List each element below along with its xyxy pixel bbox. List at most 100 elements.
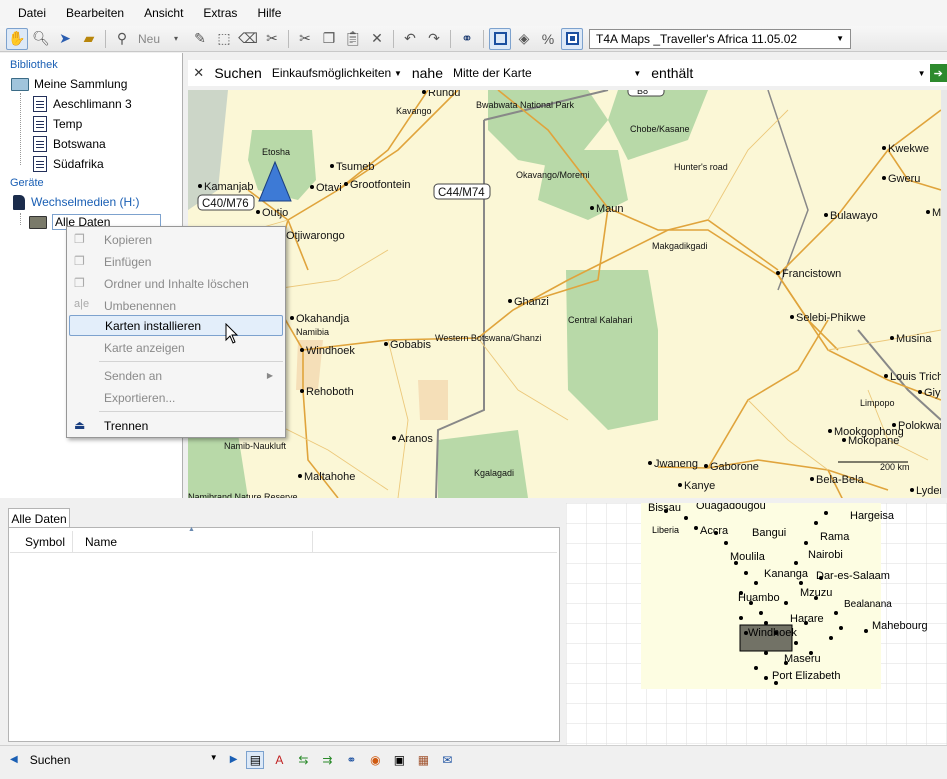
menu-datei[interactable]: Datei <box>8 3 56 23</box>
tree-item-label: Botswana <box>53 137 106 151</box>
globe-icon[interactable]: ◉ <box>366 751 384 769</box>
tools-icon[interactable]: ✂ <box>261 28 283 50</box>
menu-item-delete[interactable]: ❐ Ordner und Inhalte löschen <box>69 273 283 294</box>
search-input[interactable] <box>698 63 918 83</box>
paste-icon[interactable]: 📋︎ <box>342 28 364 50</box>
sort-arrow-icon: ▲ <box>188 526 195 533</box>
place-dot <box>910 488 914 492</box>
status-search-select[interactable]: Suchen ▼ <box>24 753 224 767</box>
road-label-text: C44/M74 <box>438 187 485 199</box>
treasure-icon[interactable]: ▦ <box>414 751 432 769</box>
map-place-label: Rundu <box>428 90 460 99</box>
overview-label-bealanana: Bealanana <box>844 599 892 610</box>
search-go-button[interactable]: ➔ <box>929 64 947 82</box>
tree-item-wechselmedien[interactable]: Wechselmedien (H:) <box>0 192 182 212</box>
3d-view-icon[interactable]: ◈ <box>513 28 535 50</box>
menu-item-copy[interactable]: ❐ Kopieren <box>69 229 283 250</box>
zoom-tool-icon[interactable]: 🔍︎ <box>30 28 52 50</box>
status-search-value: Suchen <box>29 752 71 767</box>
tab-alle-daten[interactable]: Alle Daten <box>8 508 70 528</box>
menu-item-rename[interactable]: a|e Umbenennen <box>69 295 283 316</box>
overview-label-port-elizabeth: Port Elizabeth <box>772 670 841 682</box>
select-arrow-icon[interactable]: ➤ <box>54 28 76 50</box>
tree-item-temp[interactable]: Temp <box>0 114 182 134</box>
delete-icon[interactable]: ✕ <box>366 28 388 50</box>
copy-icon[interactable]: ❐ <box>318 28 340 50</box>
menu-bearbeiten[interactable]: Bearbeiten <box>56 3 134 23</box>
link-icon[interactable]: ⚭ <box>342 751 360 769</box>
new-button[interactable]: Neu <box>135 32 163 46</box>
chevron-down-icon: ▼ <box>633 68 642 78</box>
map-product-select[interactable]: T4A Maps _Traveller's Africa 11.05.02 ▼ <box>589 28 852 49</box>
eraser-icon[interactable]: ⌫ <box>237 28 259 50</box>
close-search-icon[interactable]: ✕ <box>188 65 209 81</box>
chevron-down-icon[interactable]: ▼ <box>918 69 926 78</box>
area-select-icon[interactable]: ⬚ <box>213 28 235 50</box>
toolbar-divider <box>450 29 452 48</box>
menu-ansicht[interactable]: Ansicht <box>134 3 193 23</box>
place-dot <box>590 206 594 210</box>
toolbar-divider <box>105 29 106 48</box>
tree-item-suedafrika[interactable]: Südafrika <box>0 154 182 174</box>
overview-label-windhoek: Windhoek <box>748 627 797 639</box>
ruler-icon[interactable]: ▰ <box>78 28 100 50</box>
undo-icon[interactable]: ↶ <box>399 28 421 50</box>
waypoint-icon[interactable]: A <box>270 751 288 769</box>
tree-item-aeschlimann[interactable]: Aeschlimann 3 <box>0 94 182 114</box>
percent-icon[interactable]: % <box>537 28 559 50</box>
column-name[interactable]: Name <box>85 535 117 549</box>
near-select[interactable]: Mitte der Karte ▼ <box>448 63 646 83</box>
column-divider <box>312 531 313 553</box>
map-canvas[interactable]: C40/M76 C44/M74 B8 Rundu Bwabwata Nationa… <box>188 90 941 498</box>
new-waypoint-icon[interactable]: ⚲ <box>111 28 133 50</box>
map-view[interactable]: C40/M76 C44/M74 B8 Rundu Bwabwata Nationa… <box>188 90 941 498</box>
list-document-icon <box>33 136 47 152</box>
next-arrow-icon[interactable]: ▶ <box>224 754 244 765</box>
overview-label-rama: Rama <box>820 531 850 543</box>
binoculars-icon[interactable]: ⚭ <box>456 28 478 50</box>
menu-item-disconnect[interactable]: ⏏ Trennen <box>69 415 283 436</box>
map-place-label: Makgadikgadi <box>652 241 708 251</box>
menu-hilfe[interactable]: Hilfe <box>247 3 291 23</box>
list-view-icon[interactable]: ▤ <box>246 750 265 769</box>
near-value: Mitte der Karte <box>453 66 532 80</box>
new-dropdown-icon[interactable]: ▾ <box>165 28 187 50</box>
map-place-label: Bulawayo <box>830 210 878 222</box>
map-place-label: Kgalagadi <box>474 468 514 478</box>
map-place-label: Aranos <box>398 433 433 445</box>
tree-item-meine-sammlung[interactable]: Meine Sammlung <box>0 74 182 94</box>
map-place-label: Maun <box>596 203 624 215</box>
prev-arrow-icon[interactable]: ◀ <box>4 754 24 765</box>
search-category-select[interactable]: Einkaufsmöglichkeiten ▼ <box>267 63 407 83</box>
route-icon[interactable]: ⇆ <box>294 751 312 769</box>
overview-label-accra: Accra <box>700 525 729 537</box>
2d-view-icon[interactable] <box>489 27 512 50</box>
column-symbol[interactable]: Symbol <box>25 535 65 549</box>
menu-item-export[interactable]: Exportieren... <box>69 387 283 408</box>
hand-tool-icon[interactable]: ✋ <box>6 27 28 50</box>
devices-header: Geräte <box>10 177 44 189</box>
tree-item-botswana[interactable]: Botswana <box>0 134 182 154</box>
copy-icon: ❐ <box>74 232 85 246</box>
menu-item-show-map[interactable]: Karte anzeigen <box>69 337 283 358</box>
map-scrollbar[interactable] <box>941 90 947 498</box>
data-list[interactable] <box>8 527 560 742</box>
redo-icon[interactable]: ↷ <box>423 28 445 50</box>
track-icon[interactable]: ⇉ <box>318 751 336 769</box>
menu-item-paste[interactable]: ❐ Einfügen <box>69 251 283 272</box>
map-extent-icon[interactable] <box>561 27 584 50</box>
map-place-label: Bwabwata National Park <box>476 100 575 110</box>
menu-item-send-to[interactable]: Senden an ▶ <box>69 365 283 386</box>
toolbar-divider <box>393 29 395 48</box>
cut-icon[interactable]: ✂ <box>294 28 316 50</box>
pencil-icon[interactable]: ✎ <box>189 28 211 50</box>
map-place-label: Chobe/Kasane <box>630 124 690 134</box>
menu-extras[interactable]: Extras <box>193 3 247 23</box>
place-dot <box>918 390 922 394</box>
overview-map[interactable]: Bissau Ouagadougou Hargeisa Liberia Accr… <box>566 503 947 745</box>
overview-label-ouagadougou: Ouagadougou <box>696 503 766 512</box>
menu-item-install-maps[interactable]: Karten installieren <box>69 315 283 336</box>
message-icon[interactable]: ✉ <box>438 751 456 769</box>
place-dot <box>422 90 426 94</box>
photo-icon[interactable]: ▣ <box>390 751 408 769</box>
